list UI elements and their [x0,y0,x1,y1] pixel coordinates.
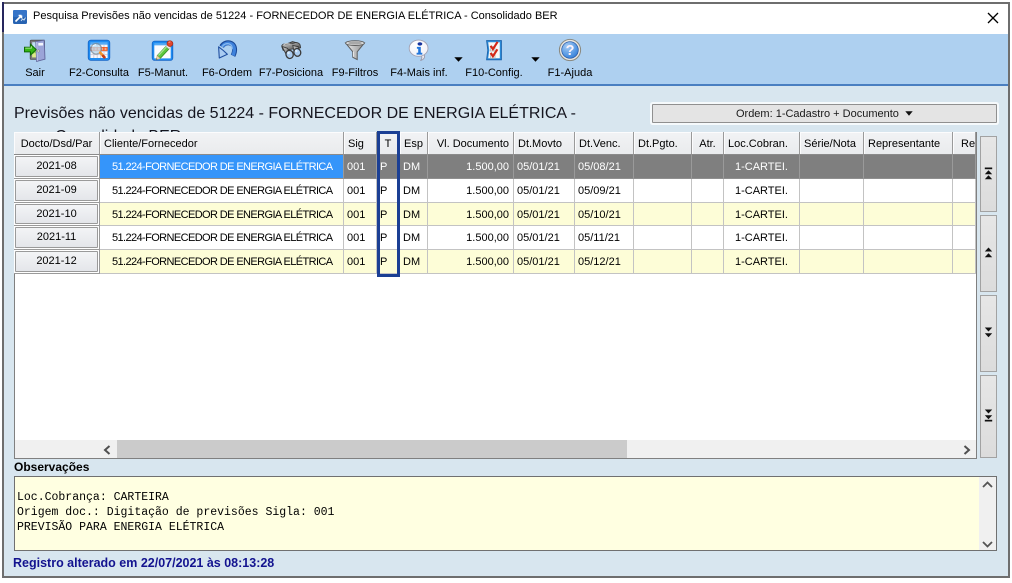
svg-text:?: ? [566,43,575,59]
